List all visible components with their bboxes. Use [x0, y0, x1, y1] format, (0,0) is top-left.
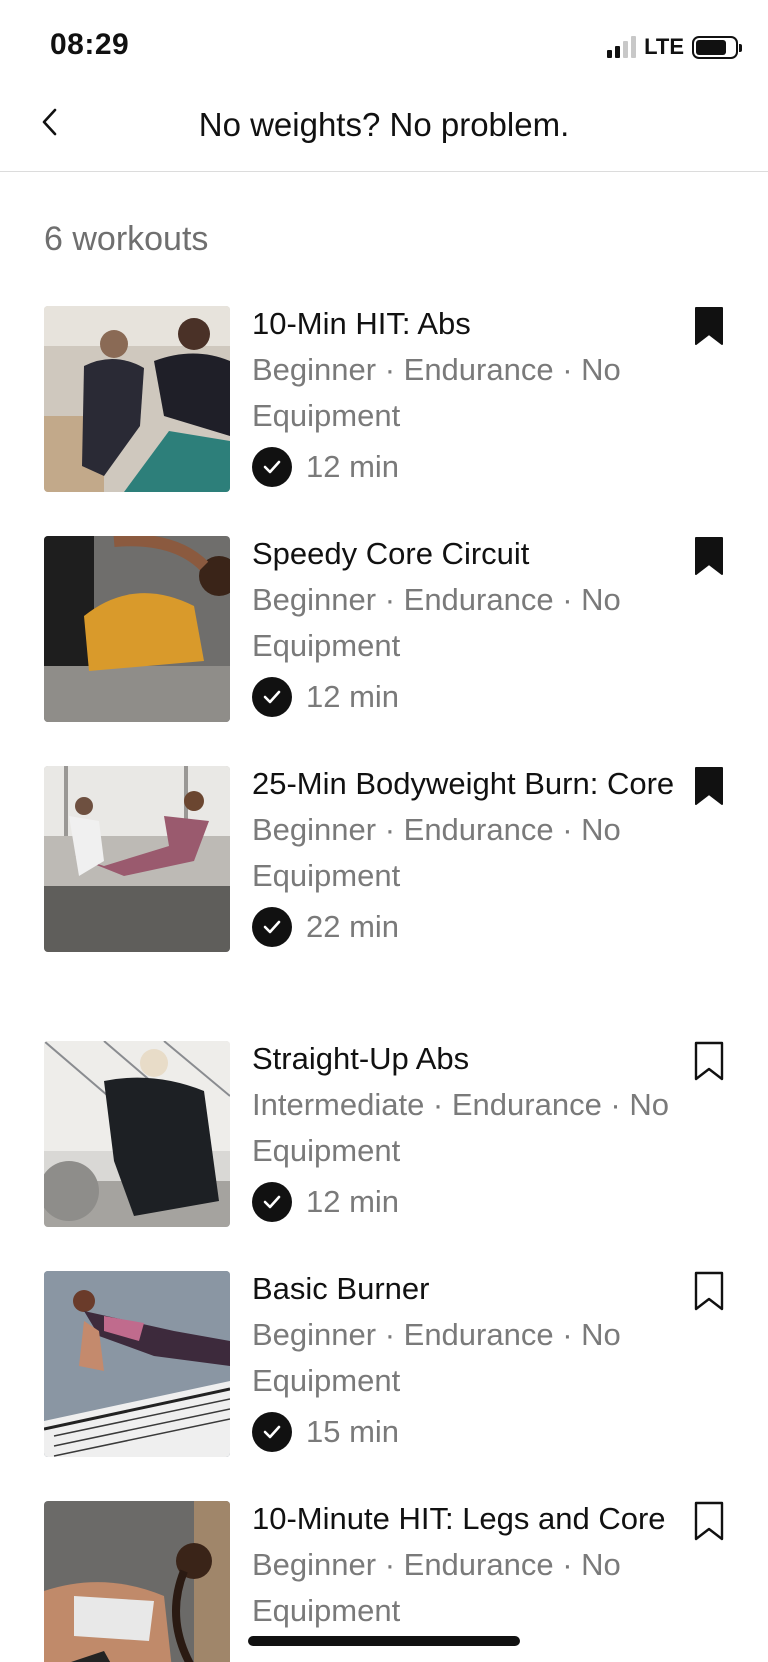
workout-meta: Intermediate · Endurance · No Equipment	[252, 1087, 669, 1168]
network-label: LTE	[644, 34, 684, 59]
completed-check-icon	[252, 677, 292, 717]
status-bar: 08:29 LTE	[0, 0, 768, 92]
page-title: No weights? No problem.	[198, 106, 570, 143]
workout-title: 10-Minute HIT: Legs and Core	[252, 1501, 666, 1536]
workout-duration: 12 min	[306, 679, 400, 714]
workout-thumbnail	[44, 1041, 230, 1227]
workout-meta: Beginner · Endurance · No Equipment	[252, 352, 621, 433]
workout-title: 10-Min HIT: Abs	[252, 306, 471, 341]
workout-meta: Beginner · Endurance · No Equipment	[252, 582, 621, 663]
bookmark-filled-icon[interactable]	[692, 536, 726, 576]
duration-row: 12 min	[252, 1180, 682, 1224]
status-indicators: LTE	[607, 34, 742, 60]
completed-check-icon	[252, 1182, 292, 1222]
status-time: 08:29	[50, 28, 130, 61]
workout-title: Straight-Up Abs	[252, 1041, 470, 1076]
workout-title: 25-Min Bodyweight Burn: Core	[252, 766, 675, 801]
workout-thumbnail	[44, 766, 230, 952]
battery-icon	[692, 35, 742, 59]
workout-duration: 12 min	[306, 1184, 400, 1219]
bookmark-filled-icon[interactable]	[692, 306, 726, 346]
workout-duration: 15 min	[306, 1414, 400, 1449]
bookmark-filled-icon[interactable]	[692, 766, 726, 806]
workout-thumbnail	[44, 306, 230, 492]
workout-duration: 22 min	[306, 909, 400, 944]
workout-count: 6 workouts	[44, 220, 209, 258]
navigation-bar: No weights? No problem.	[0, 92, 768, 172]
completed-check-icon	[252, 907, 292, 947]
workout-duration: 12 min	[306, 449, 400, 484]
workout-thumbnail	[44, 536, 230, 722]
workout-meta: Beginner · Endurance · No Equipment	[252, 1547, 621, 1628]
signal-icon	[607, 36, 637, 58]
duration-row: 12 min	[252, 675, 682, 719]
duration-row: 22 min	[252, 905, 682, 949]
workout-meta: Beginner · Endurance · No Equipment	[252, 1317, 621, 1398]
workout-title: Speedy Core Circuit	[252, 536, 530, 571]
bookmark-outline-icon[interactable]	[692, 1041, 726, 1081]
bookmark-outline-icon[interactable]	[692, 1501, 726, 1541]
workout-meta: Beginner · Endurance · No Equipment	[252, 812, 621, 893]
duration-row: 15 min	[252, 1410, 682, 1454]
workout-thumbnail	[44, 1271, 230, 1457]
workout-thumbnail	[44, 1501, 230, 1662]
completed-check-icon	[252, 1412, 292, 1452]
completed-check-icon	[252, 447, 292, 487]
duration-row: 12 min	[252, 445, 682, 489]
home-indicator[interactable]	[248, 1636, 520, 1646]
workout-title: Basic Burner	[252, 1271, 430, 1306]
bookmark-outline-icon[interactable]	[692, 1271, 726, 1311]
